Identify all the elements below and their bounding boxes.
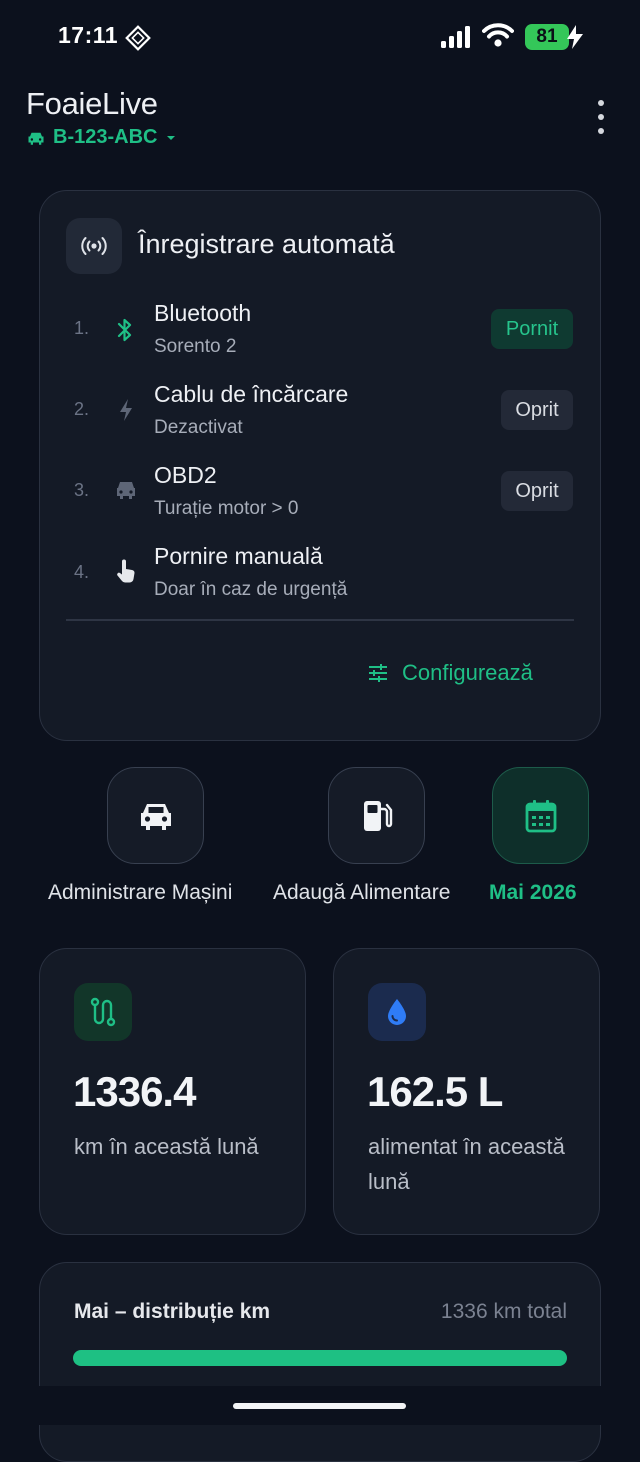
chevron-down-icon [167,135,176,140]
manage-cars-button[interactable] [107,767,204,864]
row-title: Bluetooth [154,300,252,326]
status-badge-on[interactable]: Pornit [491,309,573,349]
car-icon [140,803,171,830]
calendar-icon [525,799,556,832]
distribution-title: Mai – distribuție km [74,1300,271,1323]
bluetooth-icon [117,318,132,342]
auto-recording-card [39,190,601,741]
auto-recording-title: Înregistrare automată [138,229,395,259]
sliders-icon [369,664,387,682]
location-icon [125,25,151,51]
manage-cars-label[interactable]: Administrare Mașini [48,881,232,905]
more-menu-icon[interactable] [590,100,612,134]
add-fuel-label[interactable]: Adaugă Alimentare [273,881,450,905]
car-icon [28,132,44,145]
row-subtitle: Dezactivat [154,417,243,438]
row-title: Pornire manuală [154,543,323,569]
row-number: 2. [74,399,90,419]
configure-button[interactable]: Configurează [368,660,533,686]
app-title: FoaieLive [26,86,158,121]
row-title: OBD2 [154,462,217,488]
fuel-value: 162.5 L [367,1068,503,1115]
wifi-icon [482,23,514,47]
row-number: 4. [74,562,90,582]
km-value: 1336.4 [73,1068,196,1115]
row-title: Cablu de încărcare [154,381,349,407]
route-icon [74,983,132,1041]
distribution-total: 1336 km total [440,1300,567,1323]
row-subtitle: Sorento 2 [154,336,237,357]
divider [66,619,574,621]
status-badge-off[interactable]: Oprit [501,471,573,511]
car-icon [117,482,135,499]
row-number: 3. [74,480,90,500]
broadcast-icon [66,218,122,274]
battery-indicator: 81 [525,24,569,50]
fuel-label: alimentat în această lună [368,1134,565,1194]
fuel-pump-icon [363,800,392,831]
hand-pointer-icon [117,559,135,583]
row-number: 1. [74,318,90,338]
row-subtitle: Turație motor > 0 [154,498,299,519]
add-fuel-button[interactable] [328,767,425,864]
vehicle-selector[interactable]: B-123-ABC [27,126,177,149]
distribution-bar [73,1350,567,1366]
cellular-signal-icon [441,26,470,48]
status-time: 17:11 [58,22,119,48]
month-label[interactable]: Mai 2026 [489,881,577,905]
status-badge-off[interactable]: Oprit [501,390,573,430]
km-label: km în această lună [74,1134,259,1159]
charging-bolt-icon [567,25,583,49]
configure-label: Configurează [402,660,533,685]
vehicle-plate: B-123-ABC [53,126,158,148]
droplet-icon [368,983,426,1041]
month-selector-button[interactable] [492,767,589,864]
home-indicator[interactable] [233,1403,406,1409]
row-subtitle: Doar în caz de urgență [154,579,348,600]
bolt-icon [120,399,132,421]
